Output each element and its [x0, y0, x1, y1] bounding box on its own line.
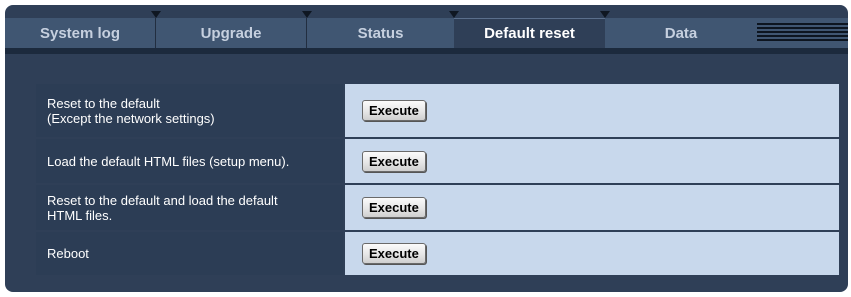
row-label: Reset to the default and load the defaul… — [36, 185, 343, 230]
decorative-stripes — [757, 23, 848, 43]
row-action-cell: Execute — [345, 139, 839, 183]
row-action-cell: Execute — [345, 232, 839, 275]
table-row: Load the default HTML files (setup menu)… — [36, 139, 839, 183]
row-label: Reboot — [36, 232, 343, 275]
reboot-execute-button[interactable]: Execute — [362, 243, 426, 264]
tab-divider-notch — [600, 11, 610, 18]
tab-status[interactable]: Status — [307, 18, 454, 48]
row-action-cell: Execute — [345, 185, 839, 230]
tab-label: Upgrade — [200, 24, 262, 42]
tab-divider-notch — [449, 11, 459, 18]
tab-label: Default reset — [484, 25, 575, 42]
settings-panel: System log Upgrade Status Default reset … — [5, 5, 848, 292]
row-label: Load the default HTML files (setup menu)… — [36, 139, 343, 183]
tab-label: Status — [357, 24, 404, 42]
row-label-line: Reset to the default — [47, 95, 160, 111]
tab-divider-notch — [151, 11, 161, 18]
load-default-html-execute-button[interactable]: Execute — [362, 150, 426, 172]
tab-label: Data — [664, 24, 698, 42]
row-label-line: Load the default HTML files (setup menu)… — [47, 153, 290, 169]
tab-label: System log — [39, 24, 121, 42]
row-label: Reset to the default (Except the network… — [36, 84, 343, 137]
row-action-cell: Execute — [345, 84, 839, 137]
default-reset-table: Reset to the default (Except the network… — [36, 84, 839, 277]
table-row: Reset to the default (Except the network… — [36, 84, 839, 137]
tab-upgrade[interactable]: Upgrade — [156, 18, 307, 48]
table-row: Reboot Execute — [36, 232, 839, 275]
row-label-line: (Except the network settings) — [47, 110, 215, 126]
reset-and-load-execute-button[interactable]: Execute — [362, 197, 426, 218]
row-label-line: Reboot — [47, 246, 89, 261]
tab-default-reset[interactable]: Default reset — [454, 18, 605, 48]
reset-default-execute-button[interactable]: Execute — [362, 100, 426, 121]
tab-underline — [5, 48, 848, 54]
tab-divider-notch — [302, 11, 312, 18]
tab-data[interactable]: Data — [605, 18, 757, 48]
row-label-line: HTML files. — [47, 207, 113, 223]
row-label-line: Reset to the default and load the defaul… — [47, 192, 278, 208]
tab-bar: System log Upgrade Status Default reset … — [5, 11, 848, 48]
table-row: Reset to the default and load the defaul… — [36, 185, 839, 230]
tab-system-log[interactable]: System log — [5, 18, 156, 48]
